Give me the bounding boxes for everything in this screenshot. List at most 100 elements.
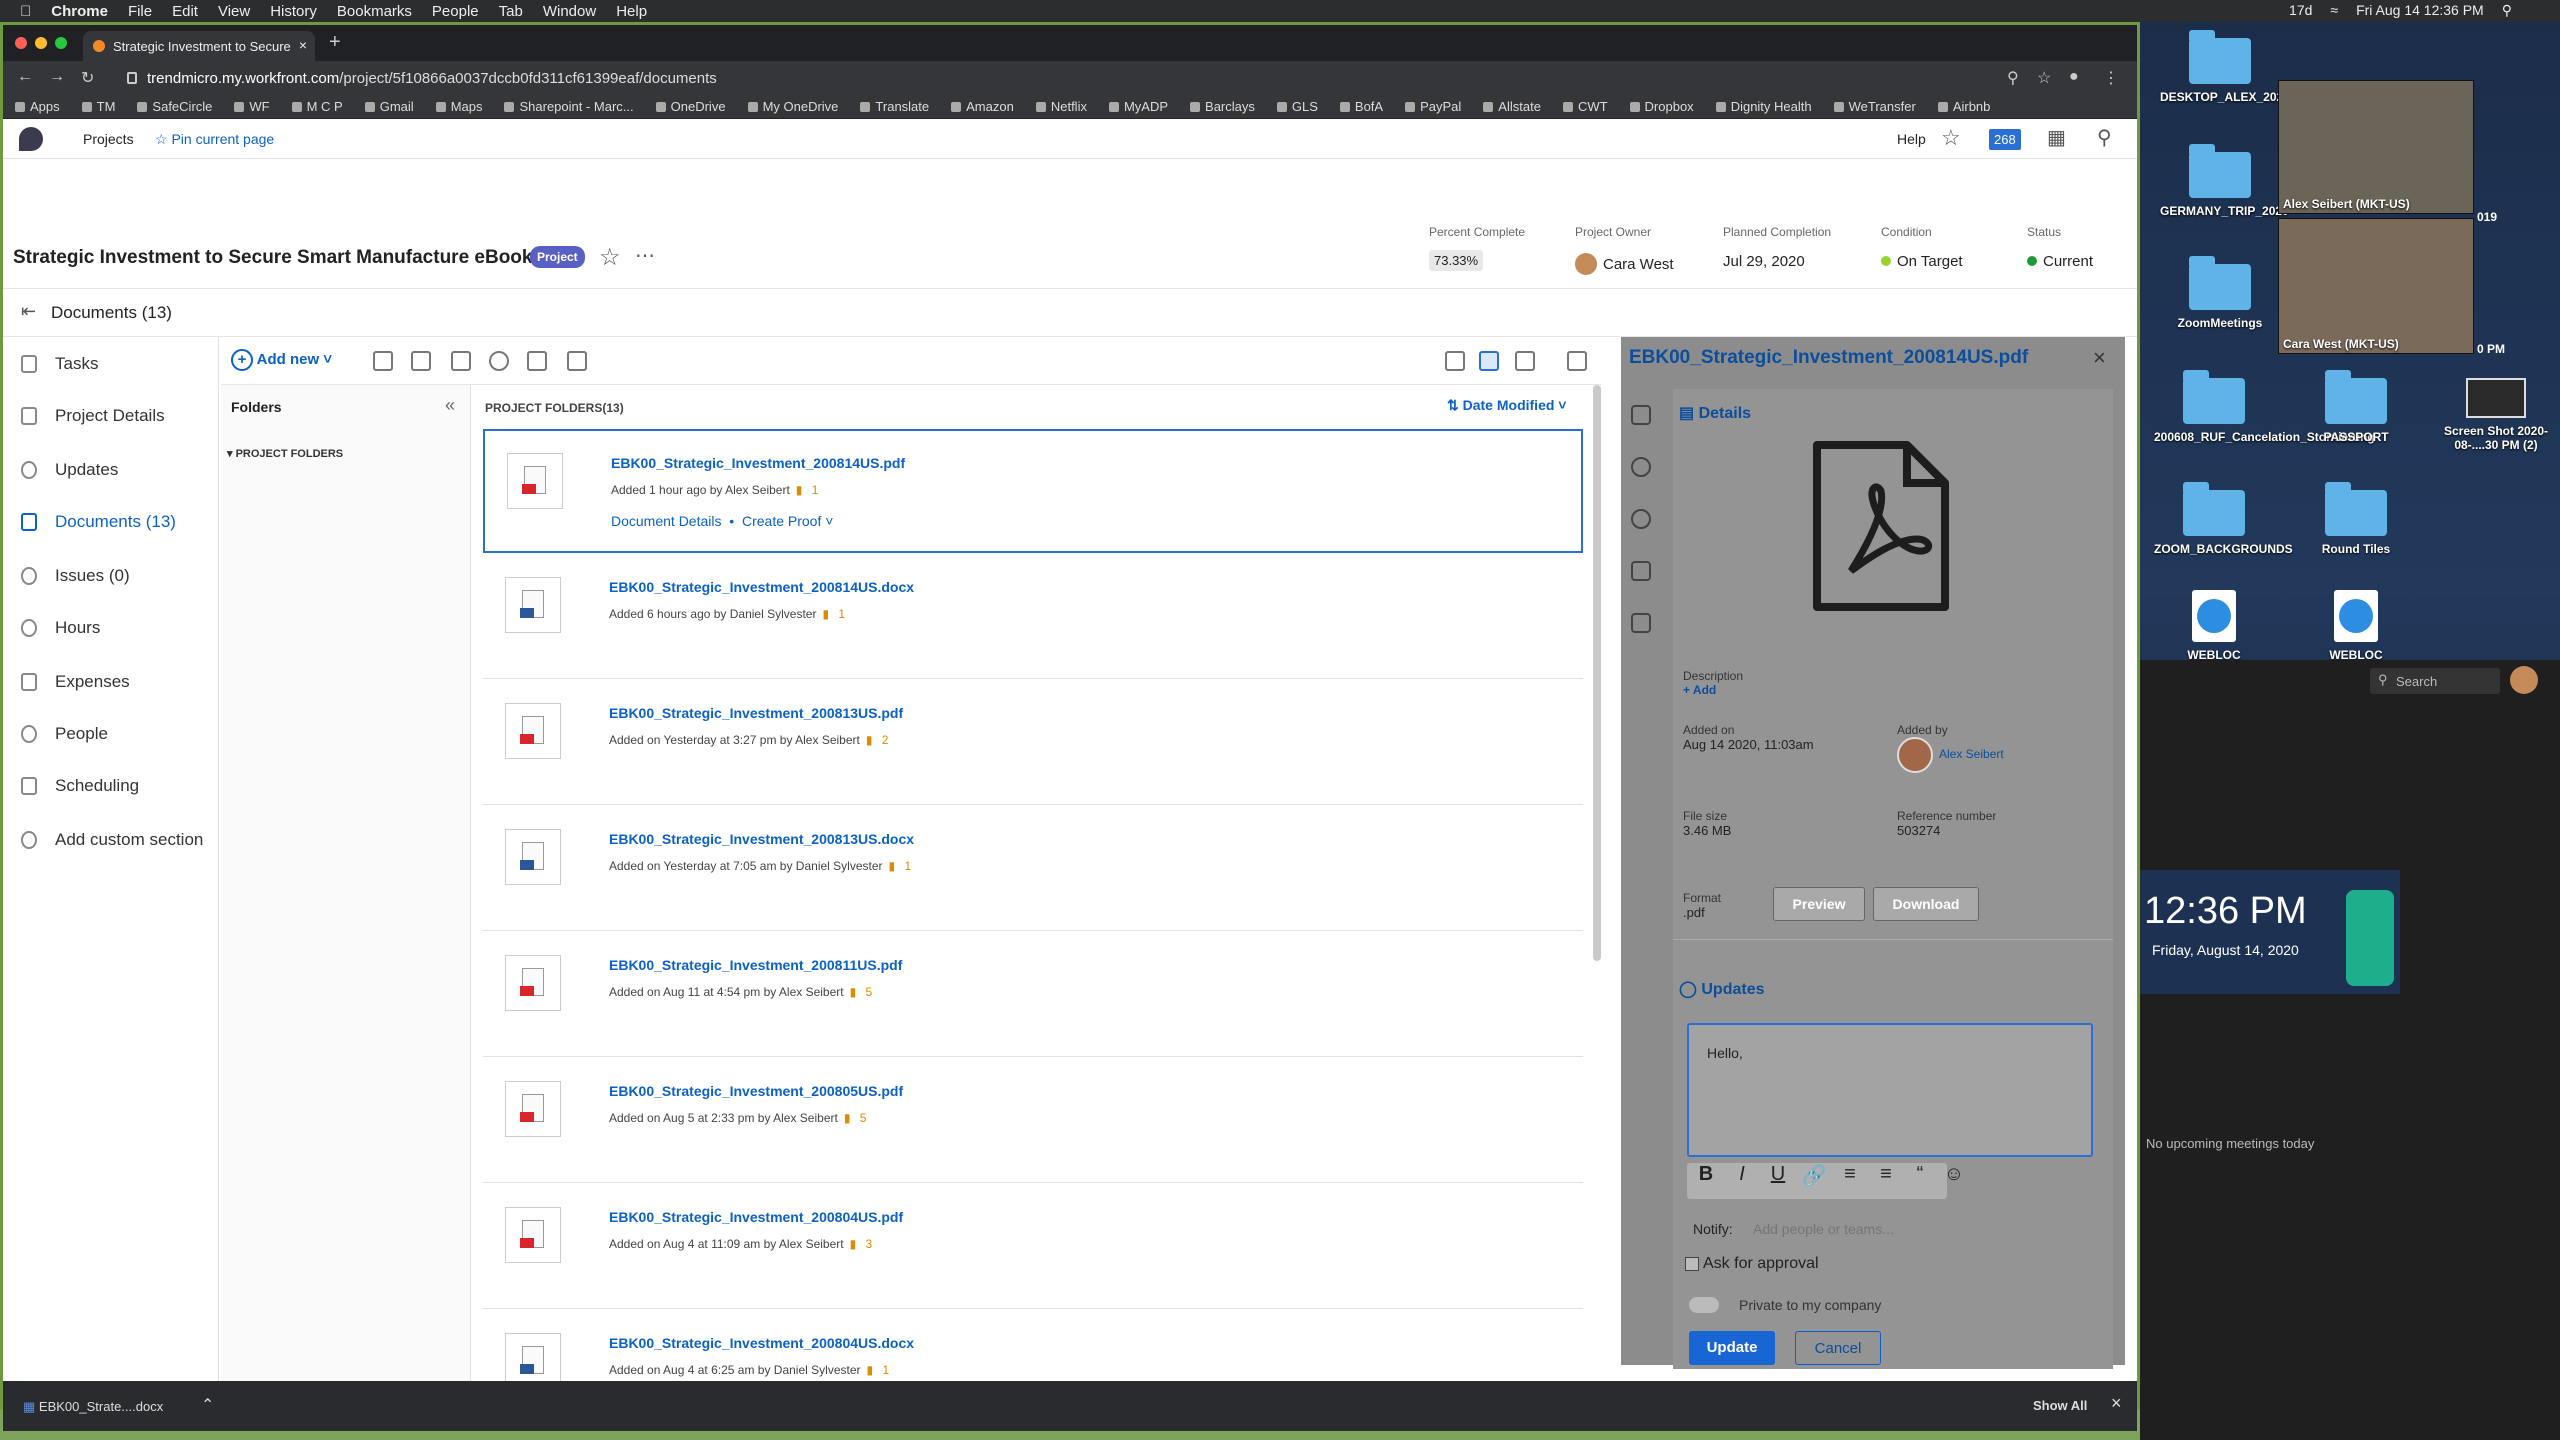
desktop-folder[interactable]: ZoomMeetings bbox=[2160, 256, 2280, 330]
close-window-icon[interactable] bbox=[15, 37, 27, 49]
bookmark-item[interactable]: CWT bbox=[1563, 99, 1608, 114]
details-panel-icon[interactable] bbox=[1567, 351, 1587, 371]
menu-bookmarks[interactable]: Bookmarks bbox=[337, 3, 412, 20]
avatar[interactable] bbox=[2510, 666, 2538, 694]
list-item[interactable]: EBK00_Strategic_Investment_200804US.pdf … bbox=[483, 1185, 1583, 1309]
download-button[interactable]: Download bbox=[1873, 887, 1979, 921]
apps-grid-icon[interactable]: ▦ bbox=[2047, 125, 2066, 150]
menu-help[interactable]: Help bbox=[616, 3, 647, 20]
update-button[interactable]: Update bbox=[1689, 1331, 1775, 1365]
status-value[interactable]: Current bbox=[2027, 253, 2093, 270]
document-name[interactable]: EBK00_Strategic_Investment_200814US.pdf bbox=[611, 455, 905, 471]
desktop-folder[interactable]: ZOOM_BACKGROUNDS bbox=[2154, 482, 2293, 556]
bookmark-item[interactable]: Amazon bbox=[951, 99, 1014, 114]
menubar-clock[interactable]: Fri Aug 14 12:36 PM bbox=[2356, 2, 2484, 19]
bookmark-item[interactable]: Sharepoint - Marc... bbox=[504, 99, 633, 114]
list-item[interactable]: EBK00_Strategic_Investment_200814US.pdf … bbox=[483, 429, 1583, 553]
nav-expenses[interactable]: Expenses bbox=[21, 667, 130, 697]
bookmark-item[interactable]: Airbnb bbox=[1938, 99, 1991, 114]
nav-people[interactable]: People bbox=[21, 719, 108, 749]
menu-edit[interactable]: Edit bbox=[172, 3, 198, 20]
desktop-folder[interactable]: GERMANY_TRIP_2020 bbox=[2160, 144, 2289, 218]
nav-hours[interactable]: Hours bbox=[21, 613, 100, 643]
bookmark-item[interactable]: Dignity Health bbox=[1716, 99, 1812, 114]
search-icon[interactable]: ⚲ bbox=[2097, 125, 2112, 150]
cancel-button[interactable]: Cancel bbox=[1795, 1331, 1881, 1365]
video-tile-cara[interactable]: Cara West (MKT-US) bbox=[2278, 218, 2474, 354]
grid-view-icon[interactable] bbox=[1445, 351, 1465, 371]
list-item[interactable]: EBK00_Strategic_Investment_200813US.pdf … bbox=[483, 681, 1583, 805]
back-icon[interactable]: ← bbox=[17, 68, 33, 86]
details-tab-icon[interactable] bbox=[1631, 405, 1651, 425]
desktop-folder[interactable]: Round Tiles bbox=[2296, 482, 2416, 556]
bullet-list-icon[interactable]: ≡ bbox=[1835, 1163, 1865, 1193]
bookmark-item[interactable]: SafeCircle bbox=[137, 99, 212, 114]
share-icon[interactable] bbox=[489, 351, 509, 371]
list-item[interactable]: EBK00_Strategic_Investment_200814US.docx… bbox=[483, 555, 1583, 679]
move-icon[interactable] bbox=[451, 351, 471, 371]
activity-tab-icon[interactable] bbox=[1631, 613, 1651, 633]
favorites-star-icon[interactable]: ☆ bbox=[1941, 125, 1961, 151]
bookmark-item[interactable]: GLS bbox=[1277, 99, 1318, 114]
forward-icon[interactable]: → bbox=[49, 68, 65, 86]
update-editor[interactable]: Hello, bbox=[1687, 1023, 2093, 1157]
close-icon[interactable]: × bbox=[2093, 345, 2106, 371]
bookmark-item[interactable]: BofA bbox=[1340, 99, 1383, 114]
owner-value[interactable]: Cara West bbox=[1575, 253, 1674, 275]
numbered-list-icon[interactable]: ≡ bbox=[1871, 1163, 1901, 1193]
nav-scheduling[interactable]: Scheduling bbox=[21, 771, 139, 801]
compact-view-icon[interactable] bbox=[1515, 351, 1535, 371]
add-new-button[interactable]: + Add new ˅ bbox=[231, 349, 332, 371]
help-link[interactable]: Help bbox=[1897, 131, 1926, 147]
browser-tab[interactable]: Strategic Investment to Secure × bbox=[83, 31, 315, 61]
bookmark-item[interactable]: Netflix bbox=[1036, 99, 1087, 114]
list-item[interactable]: EBK00_Strategic_Investment_200805US.pdf … bbox=[483, 1059, 1583, 1183]
versions-tab-icon[interactable] bbox=[1631, 561, 1651, 581]
bookmark-item[interactable]: MyADP bbox=[1109, 99, 1168, 114]
bookmark-item[interactable]: Apps bbox=[15, 99, 60, 114]
document-name[interactable]: EBK00_Strategic_Investment_200811US.pdf bbox=[609, 957, 902, 973]
desktop-folder[interactable]: DESKTOP_ALEX_2020 bbox=[2160, 30, 2290, 104]
show-all-button[interactable]: Show All bbox=[2025, 1395, 2095, 1416]
more-options-icon[interactable]: ⋯ bbox=[635, 243, 655, 268]
menu-window[interactable]: Window bbox=[543, 3, 596, 20]
zoom-icon[interactable]: ⚲ bbox=[2007, 68, 2019, 88]
desktop-screenshot[interactable]: Screen Shot 2020-08-....30 PM (2) bbox=[2436, 378, 2556, 452]
document-name[interactable]: EBK00_Strategic_Investment_200813US.docx bbox=[609, 831, 914, 847]
avatar[interactable] bbox=[1897, 737, 1933, 773]
minimize-window-icon[interactable] bbox=[35, 37, 47, 49]
create-proof-link[interactable]: Create Proof bbox=[742, 513, 821, 529]
private-toggle[interactable] bbox=[1689, 1297, 1719, 1313]
list-item[interactable]: EBK00_Strategic_Investment_200804US.docx… bbox=[483, 1311, 1583, 1381]
list-item[interactable]: EBK00_Strategic_Investment_200811US.pdf … bbox=[483, 933, 1583, 1057]
emoji-icon[interactable]: ☺ bbox=[1939, 1163, 1969, 1193]
bold-icon[interactable]: B bbox=[1691, 1163, 1721, 1193]
menu-people[interactable]: People bbox=[432, 3, 479, 20]
document-name[interactable]: EBK00_Strategic_Investment_200813US.pdf bbox=[609, 705, 903, 721]
desktop-webloc[interactable]: WEBLOC bbox=[2154, 590, 2274, 662]
favorite-star-icon[interactable]: ☆ bbox=[599, 243, 621, 272]
document-name[interactable]: EBK00_Strategic_Investment_200805US.pdf bbox=[609, 1083, 903, 1099]
notifications-badge[interactable]: 268 bbox=[1989, 129, 2021, 150]
pin-page-link[interactable]: ☆ Pin current page bbox=[155, 131, 274, 148]
preview-button[interactable]: Preview bbox=[1773, 887, 1865, 921]
download-icon[interactable] bbox=[373, 351, 393, 371]
nav-issues[interactable]: Issues (0) bbox=[21, 561, 130, 591]
bookmark-item[interactable]: Allstate bbox=[1483, 99, 1541, 114]
desktop-folder[interactable]: PASSPORT bbox=[2296, 370, 2416, 444]
document-name[interactable]: EBK00_Strategic_Investment_200804US.docx bbox=[609, 1335, 914, 1351]
checkout-icon[interactable] bbox=[527, 351, 547, 371]
projects-link[interactable]: Projects bbox=[83, 131, 134, 147]
project-folders-node[interactable]: ▾ PROJECT FOLDERS bbox=[227, 447, 343, 460]
bookmark-item[interactable]: Gmail bbox=[365, 99, 414, 114]
download-item[interactable]: ▦ EBK00_Strate....docx bbox=[23, 1399, 163, 1415]
menu-app-name[interactable]: Chrome bbox=[51, 3, 108, 20]
workfront-logo[interactable] bbox=[19, 127, 43, 151]
search-input[interactable]: ⚲ Search bbox=[2370, 668, 2500, 694]
new-tab-icon[interactable]: + bbox=[329, 31, 341, 54]
bookmark-item[interactable]: My OneDrive bbox=[748, 99, 839, 114]
italic-icon[interactable]: I bbox=[1727, 1163, 1757, 1193]
status-text[interactable]: 17d bbox=[2289, 2, 2312, 19]
chevron-up-icon[interactable]: ⌃ bbox=[201, 1395, 214, 1415]
desktop-folder[interactable]: 200608_RUF_Cancelation_Stornierung bbox=[2154, 370, 2375, 444]
